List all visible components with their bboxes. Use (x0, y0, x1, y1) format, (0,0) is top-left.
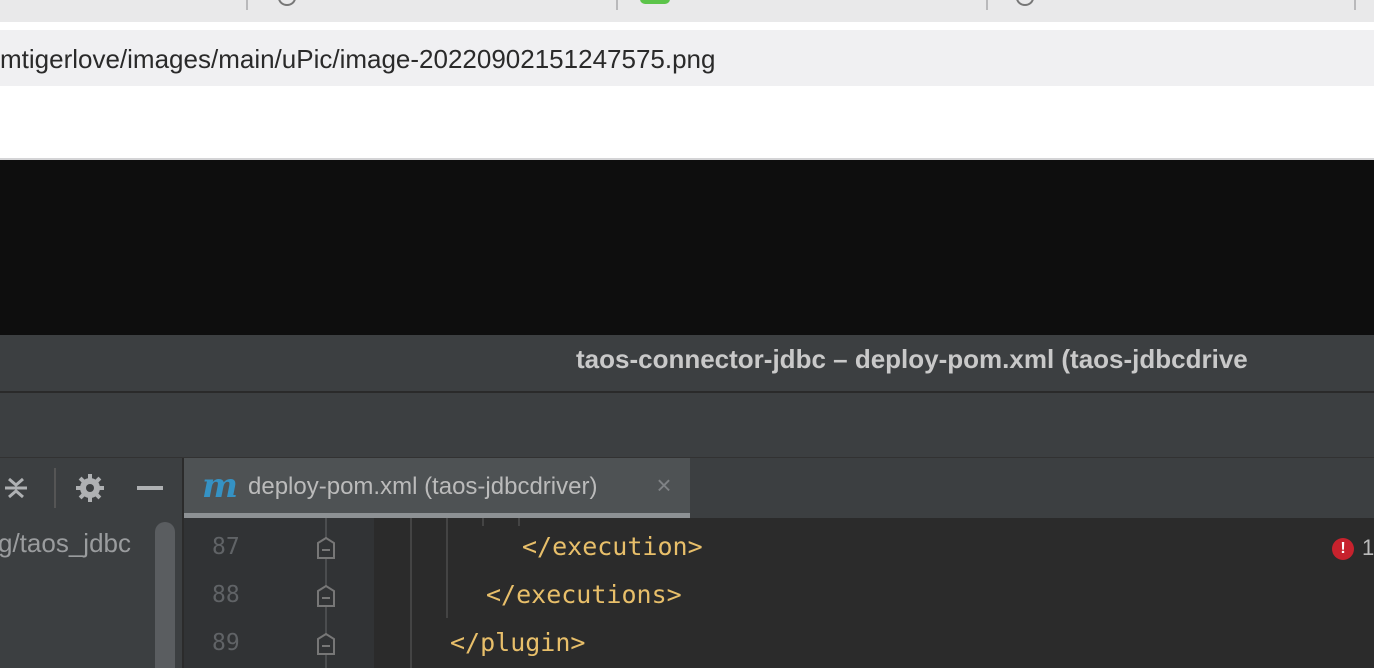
gear-icon[interactable] (70, 468, 110, 508)
toolbar-divider (54, 468, 56, 508)
fold-end-icon[interactable] (317, 585, 335, 607)
line-number: 89 (212, 630, 240, 656)
collapse-all-icon[interactable] (0, 468, 36, 508)
tab-separator (616, 0, 618, 10)
green-favicon-icon[interactable] (640, 0, 670, 4)
editor-tab-bar: m deploy-pom.xml (taos-jdbcdriver) × (182, 458, 1374, 518)
fold-end-icon[interactable] (317, 537, 335, 559)
editor-gutter: 87 88 89 (184, 518, 374, 668)
toolbar-gap (0, 22, 1374, 30)
indent-guide (482, 518, 484, 526)
close-icon[interactable]: × (652, 470, 676, 500)
code-line[interactable]: </execution> (522, 532, 703, 561)
image-background (0, 160, 1374, 335)
tab-separator (986, 0, 988, 10)
error-icon[interactable]: ! (1332, 538, 1354, 560)
address-url-text[interactable]: mtigerlove/images/main/uPic/image-202209… (0, 44, 715, 75)
editor-tab-label: deploy-pom.xml (taos-jdbcdriver) (248, 473, 598, 500)
ide-window-title: taos-connector-jdbc – deploy-pom.xml (ta… (576, 344, 1248, 374)
globe-icon[interactable] (1016, 0, 1034, 6)
ide-navigation-bar (0, 393, 1374, 458)
code-line[interactable]: </plugin> (450, 628, 585, 657)
indent-guide (518, 518, 520, 526)
address-bar[interactable]: mtigerlove/images/main/uPic/image-202209… (0, 30, 1374, 86)
project-toolbar (0, 458, 182, 518)
ide-title-bar: taos-connector-jdbc – deploy-pom.xml (ta… (0, 335, 1374, 393)
globe-icon[interactable] (278, 0, 296, 6)
browser-page-content (0, 86, 1374, 160)
error-count[interactable]: 1 (1362, 535, 1374, 561)
screen-root: mtigerlove/images/main/uPic/image-202209… (0, 0, 1374, 668)
project-tool-window: g/taos_jdbc (0, 518, 182, 668)
editor-tab-deploy-pom[interactable]: m deploy-pom.xml (taos-jdbcdriver) × (184, 458, 690, 518)
project-scrollbar[interactable] (155, 522, 175, 668)
browser-tab-strip (0, 0, 1374, 22)
line-number: 88 (212, 582, 240, 608)
code-line[interactable]: </executions> (486, 580, 682, 609)
tab-separator (1354, 0, 1356, 10)
indent-guide (446, 518, 448, 618)
line-number: 87 (212, 534, 240, 560)
maven-file-icon: m (202, 466, 238, 506)
tab-separator (246, 0, 248, 10)
indent-guide (410, 518, 412, 668)
minimize-icon[interactable] (130, 468, 170, 508)
fold-end-icon[interactable] (317, 633, 335, 655)
project-tree-path[interactable]: g/taos_jdbc (0, 528, 148, 559)
code-editor[interactable]: 87 88 89 </execution> </executions> </pl… (182, 518, 1374, 668)
